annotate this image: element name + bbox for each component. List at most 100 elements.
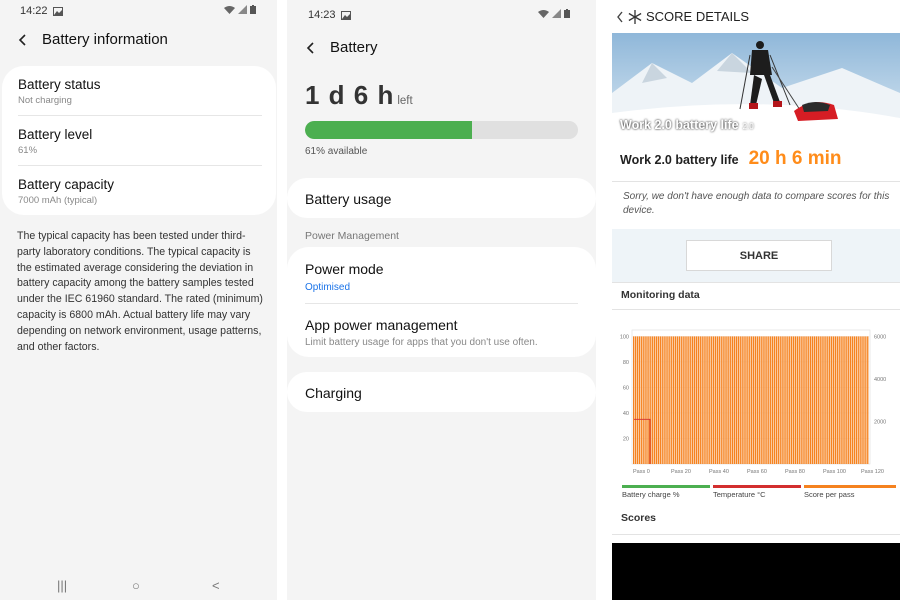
score-bar [771, 336, 774, 464]
battery-level-value: 61% [18, 145, 38, 156]
app-power-management-item[interactable]: App power management Limit battery usage… [305, 317, 538, 348]
navigation-bar: ||| ○ < [0, 578, 277, 598]
page-title: Battery information [42, 31, 168, 48]
back-button[interactable]: < [212, 578, 220, 593]
battery-level-fill [305, 121, 472, 139]
battery-usage-item[interactable]: Battery usage [287, 178, 596, 218]
status-time: 14:23 [308, 9, 336, 21]
score-bar [857, 336, 859, 464]
x-tick-label: Pass 0 [633, 469, 650, 475]
battery-level-title: Battery level [18, 127, 93, 142]
score-bar [652, 336, 654, 464]
score-bar [709, 336, 711, 464]
battery-capacity-value: 7000 mAh (typical) [18, 195, 98, 206]
page-title: Battery [330, 39, 378, 56]
score-bar [682, 336, 684, 464]
score-bar [726, 336, 728, 464]
score-bar [829, 336, 831, 464]
divider [612, 309, 900, 310]
score-bar [644, 336, 646, 464]
score-bar [775, 336, 778, 464]
back-arrow-icon[interactable] [616, 11, 624, 23]
score-bar [718, 336, 720, 464]
divider [305, 303, 578, 304]
back-arrow-icon[interactable] [304, 41, 318, 55]
score-bar [777, 336, 779, 464]
score-details-header: SCORE DETAILS [612, 0, 900, 33]
score-bar [640, 336, 642, 464]
section-header-power-management: Power Management [305, 230, 399, 242]
battery-icon [564, 9, 570, 18]
share-button[interactable]: SHARE [686, 240, 832, 271]
score-bar [846, 336, 848, 464]
y-right-tick-label: 2000 [874, 419, 886, 425]
battery-level-row: Battery level 61% [18, 127, 262, 156]
score-bar [731, 336, 734, 464]
score-details-screen: SCORE DETAILS Work 2.0 battery life 2.0 … [612, 0, 900, 600]
score-bar [728, 336, 730, 464]
wifi-icon [224, 6, 235, 14]
home-button[interactable]: ○ [132, 578, 140, 593]
score-bar [867, 336, 869, 464]
battery-capacity-row: Battery capacity 7000 mAh (typical) [18, 177, 262, 206]
score-bar [671, 336, 673, 464]
status-bar: 14:23 [308, 9, 351, 21]
charging-item[interactable]: Charging [287, 372, 596, 412]
score-bar [752, 336, 755, 464]
score-bar [636, 336, 639, 464]
score-bar [855, 336, 858, 464]
legend-swatch-score [804, 485, 896, 488]
x-tick-label: Pass 60 [747, 469, 767, 475]
back-arrow-icon[interactable] [16, 33, 30, 47]
battery-status-row: Battery status Not charging [18, 77, 262, 106]
score-bar [667, 336, 669, 464]
score-bar [851, 336, 854, 464]
score-bar [745, 336, 747, 464]
x-tick-label: Pass 40 [709, 469, 729, 475]
battery-information-screen: 14:22 Battery information Battery status… [0, 0, 277, 600]
y-left-tick-label: 40 [623, 411, 629, 417]
score-bar [716, 336, 719, 464]
scores-title: Scores [621, 512, 657, 524]
score-bar [789, 336, 791, 464]
score-bar [690, 336, 692, 464]
hero-image: Work 2.0 battery life 2.0 [612, 33, 900, 140]
score-details-title: SCORE DETAILS [646, 9, 750, 24]
x-tick-label: Pass 20 [671, 469, 691, 475]
score-bar [787, 336, 789, 464]
score-bar [764, 336, 766, 464]
score-bar [794, 336, 797, 464]
gallery-notification-icon [340, 10, 351, 20]
score-bar [703, 336, 705, 464]
legend-swatch-temperature [713, 485, 801, 488]
score-bar [684, 336, 686, 464]
hero-version: 2.0 [742, 122, 754, 131]
header: Battery [304, 39, 378, 56]
legend-battery: Battery charge % [622, 485, 710, 499]
score-bar [680, 336, 682, 464]
score-bar [783, 336, 785, 464]
power-management-card: Power mode Optimised App power managemen… [287, 247, 596, 357]
time-remaining-suffix: left [397, 95, 413, 107]
status-bar: 14:22 [20, 5, 63, 17]
score-bar [838, 336, 840, 464]
score-bar [815, 336, 818, 464]
score-bar [842, 336, 844, 464]
signal-icon [238, 5, 247, 14]
score-bar [766, 336, 768, 464]
legend-swatch-battery [622, 485, 710, 488]
score-bar [798, 336, 800, 464]
score-bar [825, 336, 827, 464]
score-bar [819, 336, 821, 464]
legend-temperature: Temperature °C [713, 485, 801, 499]
score-bar [758, 336, 760, 464]
score-bar [863, 336, 865, 464]
score-bar [743, 336, 745, 464]
score-bar [678, 336, 681, 464]
power-mode-item[interactable]: Power mode Optimised [305, 261, 384, 293]
score-bar [853, 336, 856, 464]
score-bar [733, 336, 736, 464]
recents-button[interactable]: ||| [57, 578, 67, 593]
score-bar [770, 336, 772, 464]
score-bar [821, 336, 823, 464]
